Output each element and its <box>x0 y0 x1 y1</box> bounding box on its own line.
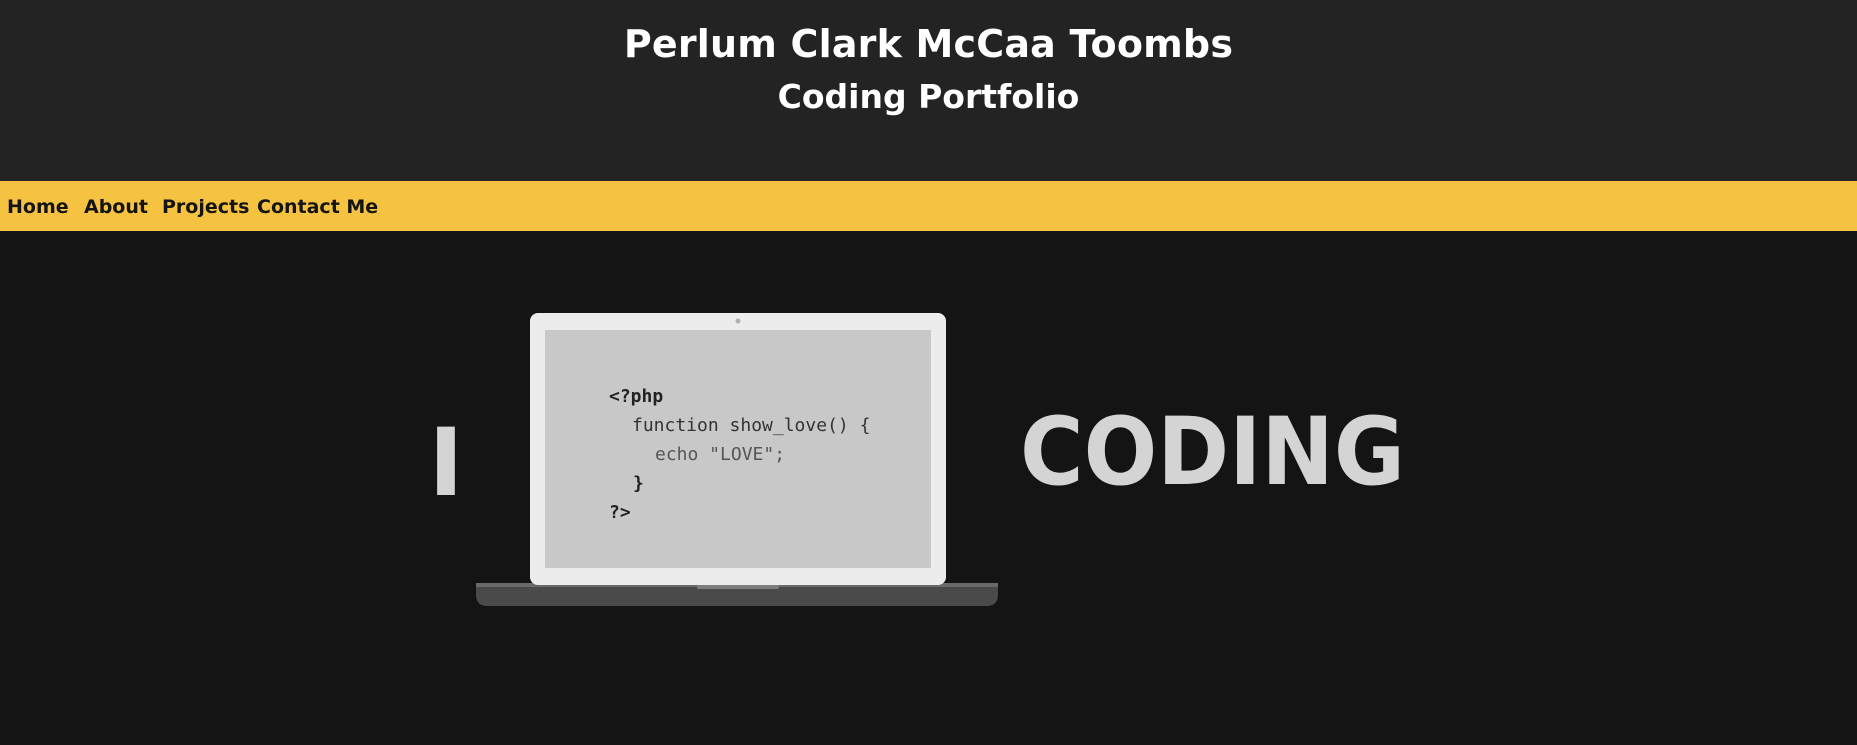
nav-link-about[interactable]: About <box>84 181 148 231</box>
site-subtitle: Coding Portfolio <box>777 77 1080 116</box>
nav-link-home[interactable]: Home <box>7 181 69 231</box>
code-line-2: function show_love() { <box>632 415 870 436</box>
code-line-1: <?php <box>609 386 663 407</box>
hero-right-word: CODING <box>1020 398 1405 507</box>
hero-banner: I <?php function show_love() { echo "LOV… <box>0 231 1857 745</box>
nav-link-contact-me[interactable]: Contact Me <box>257 181 378 231</box>
nav-link-projects[interactable]: Projects <box>162 181 249 231</box>
laptop-illustration: <?php function show_love() { echo "LOVE"… <box>476 313 998 606</box>
code-line-4: } <box>633 473 644 494</box>
site-header: Perlum Clark McCaa Toombs Coding Portfol… <box>0 0 1857 181</box>
nav-bar: Home About Projects Contact Me <box>0 181 1857 231</box>
camera-icon <box>735 318 741 324</box>
site-title: Perlum Clark McCaa Toombs <box>623 22 1234 66</box>
hero-image: I <?php function show_love() { echo "LOV… <box>429 313 1405 606</box>
code-line-5: ?> <box>609 502 631 523</box>
hero-left-word: I <box>429 409 464 518</box>
code-line-3: echo "LOVE"; <box>655 444 785 465</box>
